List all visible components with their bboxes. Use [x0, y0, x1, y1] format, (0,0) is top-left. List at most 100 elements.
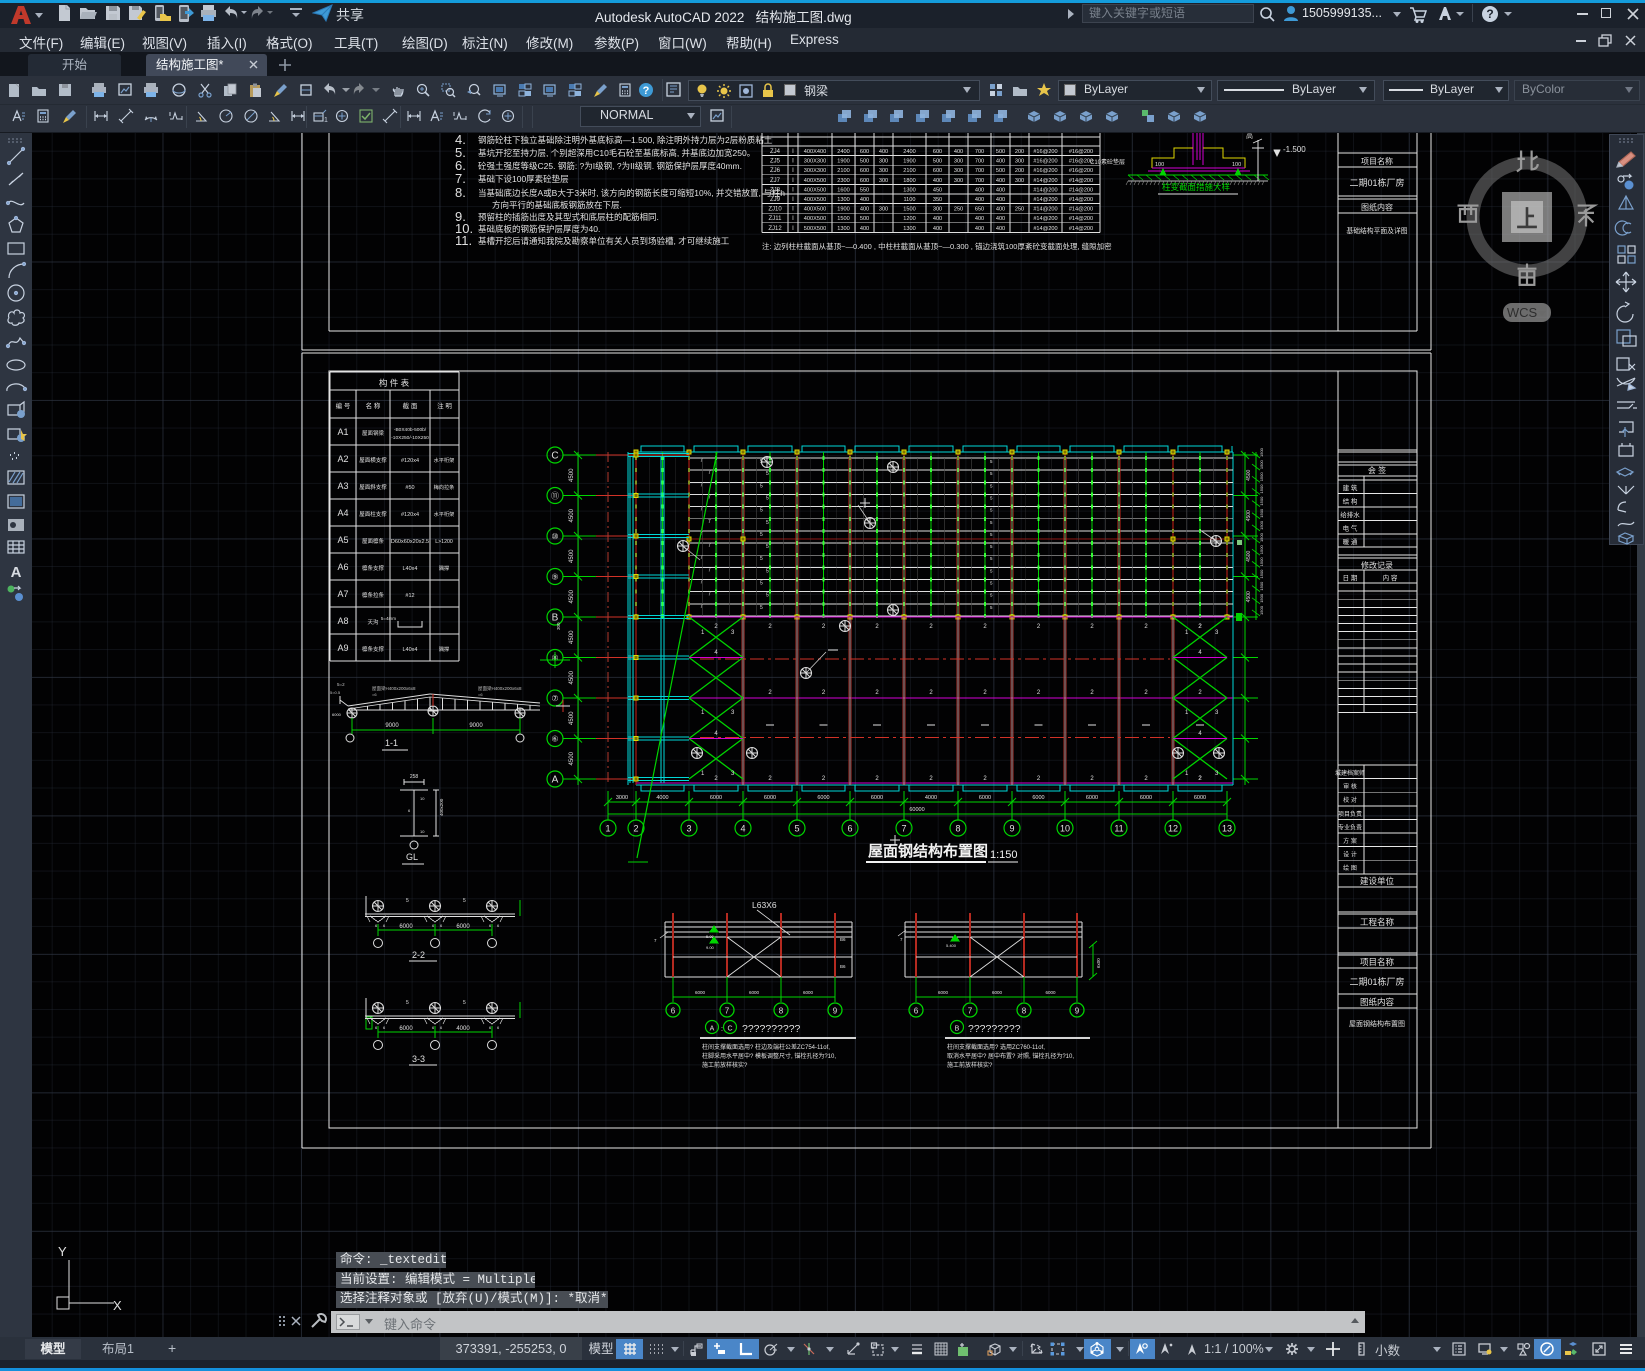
- svg-text:6000: 6000: [992, 990, 1003, 995]
- svg-text:?: ?: [1486, 7, 1493, 21]
- svg-text:5: 5: [766, 593, 769, 599]
- svg-text:1200: 1200: [903, 216, 915, 222]
- svg-text:1: 1: [1185, 771, 1189, 777]
- svg-text:400: 400: [933, 178, 942, 184]
- svg-text:B: B: [552, 613, 559, 624]
- svg-text:4500: 4500: [1246, 510, 1252, 521]
- svg-text:4: 4: [714, 650, 718, 656]
- svg-text:#12: #12: [405, 593, 414, 599]
- svg-text:⑩: ⑩: [551, 532, 558, 541]
- svg-text:400x200: 400x200: [439, 798, 444, 816]
- svg-text:I: I: [792, 207, 794, 213]
- svg-text:1:150: 1:150: [990, 849, 1018, 861]
- svg-text:1: 1: [324, 117, 328, 124]
- svg-text:8.: 8.: [455, 185, 466, 200]
- svg-text:檩条拉条: 檩条拉条: [362, 591, 385, 599]
- svg-text:10: 10: [420, 829, 425, 834]
- svg-text:1300: 1300: [903, 226, 915, 232]
- svg-text:名 称: 名 称: [366, 401, 381, 410]
- svg-text:C: C: [727, 1026, 732, 1033]
- svg-text:?????????: ?????????: [968, 1023, 1021, 1035]
- svg-text:6000: 6000: [332, 712, 342, 717]
- svg-text:隅撑: 隅撑: [439, 564, 449, 572]
- svg-text:1500: 1500: [1259, 520, 1264, 530]
- svg-text:I: I: [792, 149, 794, 155]
- svg-text:L40x4: L40x4: [403, 647, 418, 653]
- svg-text:5: 5: [990, 581, 993, 586]
- svg-text:7: 7: [700, 555, 703, 561]
- svg-text:审 核: 审 核: [1343, 783, 1357, 791]
- svg-text:L>1200: L>1200: [435, 539, 453, 545]
- svg-text:I: I: [792, 216, 794, 222]
- svg-text:檩条支撑: 檩条支撑: [362, 645, 385, 653]
- svg-text:6000: 6000: [764, 795, 776, 801]
- svg-text:400: 400: [933, 216, 942, 222]
- svg-text:400: 400: [975, 226, 984, 232]
- svg-text:700: 700: [975, 159, 984, 165]
- svg-text:400: 400: [860, 207, 869, 213]
- svg-text:7: 7: [700, 604, 703, 610]
- svg-text:当基础底边长度A或B大于3米时, 该方向的钢筋长度可缩短10: 当基础底边长度A或B大于3米时, 该方向的钢筋长度可缩短10%, 并交错放置, …: [478, 188, 785, 198]
- svg-text:258: 258: [410, 774, 419, 780]
- svg-text:500: 500: [933, 159, 942, 165]
- svg-text:1500: 1500: [1259, 569, 1264, 579]
- svg-text:2: 2: [1037, 690, 1041, 696]
- svg-text::: :: [721, 1026, 723, 1033]
- svg-text:6: 6: [847, 824, 852, 834]
- svg-text:500: 500: [996, 149, 1005, 155]
- svg-text:7: 7: [725, 1007, 730, 1016]
- svg-text:6000: 6000: [1032, 795, 1044, 801]
- svg-text:2: 2: [875, 776, 879, 782]
- svg-text:7: 7: [708, 470, 711, 476]
- svg-text:300: 300: [954, 178, 963, 184]
- svg-text:#14@200: #14@200: [1033, 178, 1057, 184]
- svg-text:ZJ5: ZJ5: [770, 159, 781, 165]
- svg-text:1500: 1500: [837, 216, 849, 222]
- svg-text:5: 5: [990, 495, 993, 500]
- svg-text:编 号: 编 号: [336, 401, 351, 410]
- svg-text:300X300: 300X300: [804, 168, 826, 174]
- svg-text:300: 300: [556, 622, 561, 630]
- svg-text:2: 2: [1090, 776, 1094, 782]
- svg-text:城建档案师: 城建档案师: [1335, 769, 1365, 777]
- svg-text:2: 2: [633, 824, 638, 834]
- svg-text:柱变截面措施大样: 柱变截面措施大样: [1162, 182, 1231, 192]
- svg-text:6000: 6000: [1086, 795, 1098, 801]
- svg-text:4500: 4500: [1246, 469, 1252, 480]
- svg-text:5=2: 5=2: [337, 682, 345, 687]
- svg-text:6000: 6000: [456, 924, 470, 930]
- svg-text:550: 550: [860, 187, 869, 193]
- svg-text:屋面钢梁: 屋面钢梁: [362, 429, 385, 437]
- svg-text:4000: 4000: [925, 795, 937, 801]
- svg-text:6: 6: [914, 1007, 919, 1016]
- svg-text:2: 2: [768, 690, 772, 696]
- svg-text:7: 7: [708, 592, 711, 598]
- svg-text:I: I: [792, 226, 794, 232]
- svg-text:400: 400: [996, 197, 1005, 203]
- svg-text:4500: 4500: [569, 468, 575, 482]
- svg-text:⑪: ⑪: [551, 492, 559, 501]
- svg-text:2: 2: [983, 690, 987, 696]
- svg-text:6000: 6000: [979, 795, 991, 801]
- svg-text:专业负责: 专业负责: [1338, 823, 1362, 831]
- svg-text:13: 13: [1222, 824, 1232, 834]
- svg-text:水平桁架: 水平桁架: [434, 456, 455, 464]
- svg-text:-B0X40b-500b/: -B0X40b-500b/: [394, 427, 427, 433]
- svg-text:1500: 1500: [1259, 605, 1264, 615]
- svg-text:内 容: 内 容: [1383, 573, 1398, 582]
- svg-text:300: 300: [1015, 178, 1024, 184]
- svg-text:1500: 1500: [1259, 484, 1264, 494]
- svg-text:250: 250: [1015, 207, 1024, 213]
- svg-text:基础结构平面及详图: 基础结构平面及详图: [1346, 226, 1407, 235]
- svg-text:2300: 2300: [837, 178, 849, 184]
- svg-text:建 筑: 建 筑: [1343, 483, 1358, 492]
- svg-text:方 案: 方 案: [1343, 837, 1357, 845]
- svg-text:2100: 2100: [837, 168, 849, 174]
- svg-text:300: 300: [933, 207, 942, 213]
- svg-text:结 构: 结 构: [1343, 497, 1358, 506]
- svg-text:300: 300: [954, 168, 963, 174]
- svg-text:400: 400: [996, 226, 1005, 232]
- svg-text:5: 5: [990, 568, 993, 573]
- svg-text:1: 1: [1185, 710, 1189, 716]
- svg-text:项目名称: 项目名称: [1360, 957, 1395, 967]
